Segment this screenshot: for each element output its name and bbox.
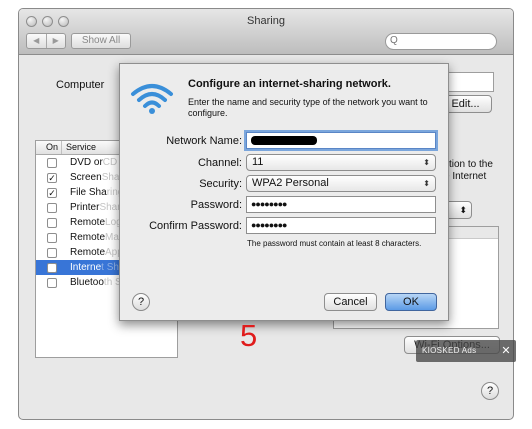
redaction-mark [251, 136, 317, 145]
password-label: Password: [190, 199, 242, 211]
service-checkbox[interactable] [47, 218, 57, 228]
service-name: Remote [70, 217, 106, 228]
watermark-text: KIOSKED Ads [422, 346, 477, 355]
internet-sharing-sheet: Configure an internet-sharing network. E… [119, 63, 449, 321]
confirm-password-field[interactable]: ●●●●●●●● [246, 217, 436, 234]
wifi-icon [131, 84, 173, 114]
service-checkbox[interactable] [47, 158, 57, 168]
channel-dropdown[interactable]: 11 ⬍ [246, 154, 436, 171]
sheet-title: Configure an internet-sharing network. [188, 78, 391, 90]
security-value: WPA2 Personal [252, 177, 329, 189]
service-checkbox[interactable] [47, 248, 57, 258]
computer-name-label: Computer [56, 79, 105, 91]
window-title: Sharing [247, 15, 285, 27]
share-description-line1: ction to the [444, 159, 493, 170]
close-icon[interactable]: ✕ [498, 341, 514, 361]
step-number: 5 [240, 318, 258, 353]
service-checkbox[interactable] [47, 263, 57, 273]
sheet-description: Enter the name and security type of the … [188, 97, 428, 118]
security-label: Security: [199, 178, 242, 190]
help-button[interactable]: ? [481, 382, 499, 400]
share-description: ction to the e Internet [444, 159, 493, 183]
service-checkbox[interactable] [47, 203, 57, 213]
network-name-label: Network Name: [166, 135, 242, 147]
service-checkbox[interactable]: ✓ [47, 173, 57, 183]
service-name: Bluetoo [70, 277, 104, 288]
network-name-field[interactable] [246, 132, 436, 149]
share-description-line2: e Internet [444, 171, 487, 182]
back-button[interactable]: ◀ [27, 34, 46, 48]
service-name: Screen [70, 172, 102, 183]
sheet-help-button[interactable]: ? [132, 293, 150, 311]
chevron-updown-icon: ⬍ [459, 205, 467, 215]
service-checkbox[interactable] [47, 233, 57, 243]
confirm-password-label: Confirm Password: [149, 220, 242, 232]
service-name: Interne [70, 262, 102, 273]
ok-button[interactable]: OK [385, 293, 437, 311]
service-name: Printer [70, 202, 100, 213]
chevron-updown-icon: ⬍ [423, 158, 430, 167]
service-name: Remote [70, 247, 106, 258]
password-field[interactable]: ●●●●●●●● [246, 196, 436, 213]
search-input[interactable]: Q [385, 33, 497, 50]
security-dropdown[interactable]: WPA2 Personal ⬍ [246, 175, 436, 192]
service-checkbox[interactable]: ✓ [47, 188, 57, 198]
toolbar: Sharing ◀ ▶ Show All Q [19, 9, 513, 55]
cancel-button[interactable]: Cancel [324, 293, 377, 311]
forward-button[interactable]: ▶ [45, 34, 66, 48]
service-name: Remote [70, 232, 106, 243]
header-service: Service [66, 142, 97, 152]
password-hint: The password must contain at least 8 cha… [247, 239, 422, 248]
show-all-button[interactable]: Show All [71, 33, 131, 49]
channel-label: Channel: [197, 157, 242, 169]
service-name: DVD or [70, 157, 103, 168]
service-name: File Sha [70, 187, 107, 198]
service-checkbox[interactable] [47, 278, 57, 288]
header-on: On [36, 141, 62, 154]
chevron-updown-icon: ⬍ [423, 179, 430, 188]
search-icon: Q [390, 35, 398, 46]
nav-buttons: ◀ ▶ [26, 33, 66, 49]
channel-value: 11 [252, 156, 264, 168]
